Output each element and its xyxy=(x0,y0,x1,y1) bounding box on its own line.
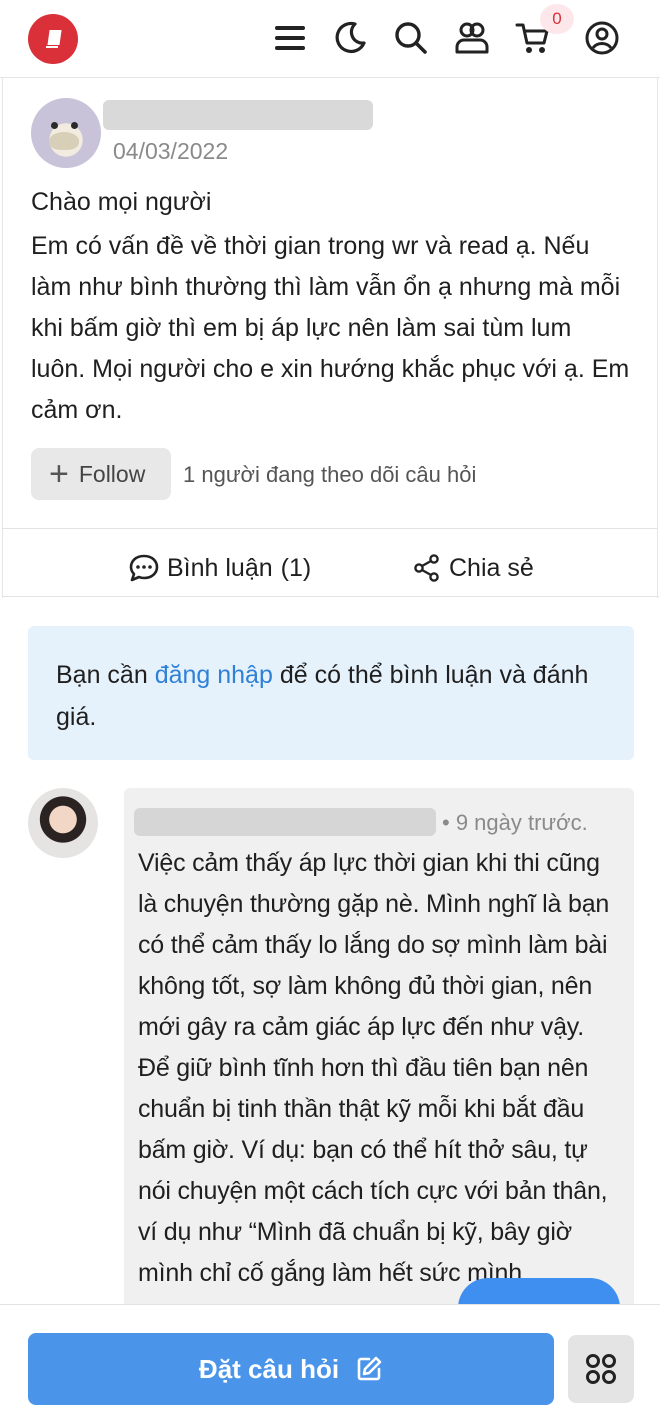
comment-icon xyxy=(129,554,159,582)
comment-time: • 9 ngày trước. xyxy=(442,810,588,835)
bottom-bar: Đặt câu hỏi xyxy=(0,1304,660,1426)
commenter-name-redacted xyxy=(134,808,436,836)
question-body: Em có vấn đề về thời gian trong wr và re… xyxy=(31,232,630,424)
author-name-redacted xyxy=(103,100,373,130)
share-button[interactable]: Chia sẻ xyxy=(413,548,534,588)
user-icon[interactable] xyxy=(582,18,622,58)
follower-count: 1 người đang theo dõi câu hỏi xyxy=(183,462,477,487)
ask-question-button[interactable]: Đặt câu hỏi xyxy=(28,1333,554,1405)
apps-grid-button[interactable] xyxy=(568,1335,634,1403)
ask-question-label: Đặt câu hỏi xyxy=(198,1353,340,1384)
login-link[interactable]: đăng nhập xyxy=(155,661,273,689)
community-icon[interactable] xyxy=(452,18,492,58)
moon-icon[interactable] xyxy=(330,18,370,58)
share-icon xyxy=(414,554,439,582)
notice-prefix: Bạn cần xyxy=(56,661,155,689)
comment-count: (1) xyxy=(280,553,312,582)
divider xyxy=(3,528,657,529)
comment-button[interactable]: Bình luận (1) xyxy=(129,548,311,588)
share-label: Chia sẻ xyxy=(449,553,534,582)
edit-icon xyxy=(357,1356,382,1381)
login-notice: Bạn cần đăng nhập để có thể bình luận và… xyxy=(28,626,634,760)
plus-icon: + xyxy=(49,455,69,493)
comment-bubble: • 9 ngày trước. Việc cảm thấy áp lực thờ… xyxy=(124,788,634,1328)
book-logo-icon[interactable] xyxy=(28,14,78,64)
top-bar: 0 xyxy=(0,0,660,78)
commenter-avatar[interactable] xyxy=(28,788,98,858)
question-date: 04/03/2022 xyxy=(113,138,229,164)
comment-label: Bình luận xyxy=(167,553,273,582)
comment-text: Việc cảm thấy áp lực thời gian khi thi c… xyxy=(138,849,610,1287)
grid-icon xyxy=(586,1354,616,1384)
menu-icon[interactable] xyxy=(270,18,310,58)
follow-button[interactable]: + Follow xyxy=(31,448,171,500)
divider xyxy=(3,596,659,597)
question-card: 04/03/2022 Chào mọi người Em có vấn đề v… xyxy=(2,78,659,598)
author-avatar[interactable] xyxy=(31,98,101,168)
question-title: Chào mọi người xyxy=(31,188,212,216)
follow-label: Follow xyxy=(78,460,146,487)
search-icon[interactable] xyxy=(391,18,431,58)
cart-count-badge: 0 xyxy=(540,4,574,34)
